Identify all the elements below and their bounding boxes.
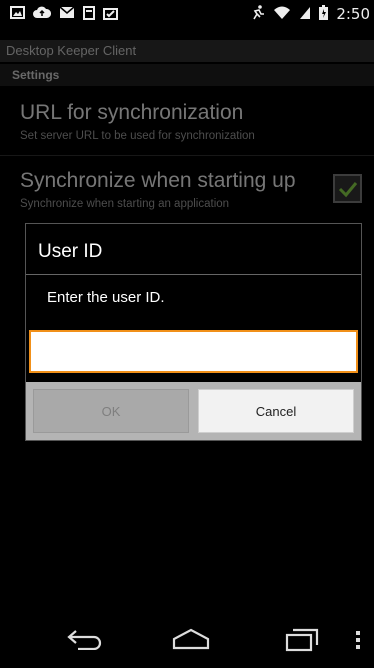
navigation-bar [0, 610, 374, 668]
dialog-title: User ID [38, 241, 103, 262]
cancel-button[interactable]: Cancel [198, 389, 354, 433]
ok-button[interactable]: OK [33, 389, 189, 433]
status-bar: 2:50 [0, 0, 374, 28]
wifi-icon [273, 6, 291, 23]
overflow-menu-icon[interactable] [355, 630, 361, 655]
signal-icon [299, 6, 311, 23]
gmail-icon [59, 6, 75, 22]
clock-time: 2:50 [336, 5, 370, 23]
running-icon [251, 5, 265, 23]
back-icon[interactable] [66, 628, 102, 655]
recent-apps-icon[interactable] [285, 628, 319, 657]
user-id-dialog: User ID Enter the user ID. OK Cancel [25, 223, 362, 441]
user-id-input[interactable] [29, 330, 358, 373]
battery-icon [319, 5, 329, 23]
clipboard-check-icon [103, 6, 118, 23]
notification-icons [10, 5, 118, 23]
dialog-button-bar: OK Cancel [26, 382, 361, 440]
gallery-icon [10, 6, 25, 22]
system-icons: 2:50 [251, 5, 370, 23]
cloud-upload-icon [33, 6, 52, 22]
dialog-message: Enter the user ID. [47, 289, 165, 306]
home-icon[interactable] [172, 628, 210, 655]
dialog-title-divider [26, 274, 361, 275]
sd-card-icon [83, 5, 95, 23]
